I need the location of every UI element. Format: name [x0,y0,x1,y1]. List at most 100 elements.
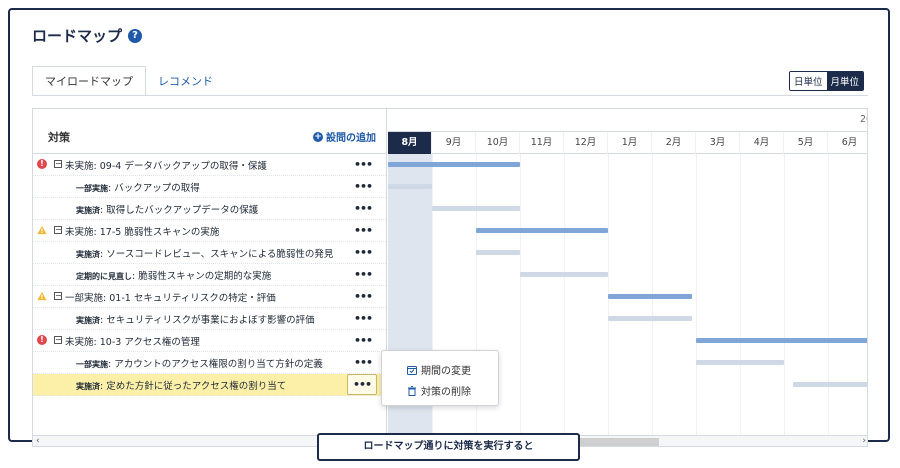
measure-row[interactable]: ! − 一部実施: 01-1 セキュリティリスクの特定・評価 ••• [33,286,386,308]
menu-item-delete-measure[interactable]: 対策の削除 [407,383,471,398]
gantt-bar[interactable] [476,250,520,255]
month-label: 2月 [652,132,696,154]
warning-icon: ! [37,225,47,235]
month-label: 4月 [740,132,784,154]
more-options-icon[interactable]: ••• [353,180,373,193]
month-label: 1月 [608,132,652,154]
gantt-bar[interactable] [608,316,692,321]
measure-name: : ソースコードレビュー、スキャンによる脆弱性の発見 [100,248,334,260]
more-options-icon[interactable]: ••• [353,312,373,325]
svg-text:!: ! [41,294,44,301]
more-options-icon[interactable]: ••• [353,246,373,259]
collapse-toggle-icon[interactable]: − [54,160,62,168]
month-gridline [520,154,521,435]
status-label: 実施済 [76,249,100,259]
status-label: 未実施 [65,336,94,348]
gantt-bar[interactable] [792,382,867,387]
measure-label: 未実施: 17-5 脆弱性スキャンの実施 [65,224,219,238]
add-question-button[interactable]: + 設問の追加 [313,129,376,144]
error-icon: ! [37,335,47,345]
sub-measure-row[interactable]: 定期的に見直し: 脆弱性スキャンの定期的な実施 ••• [33,264,386,286]
sub-measure-row[interactable]: 実施済: 取得したバックアップデータの保護 ••• [33,198,386,220]
measure-name: : 17-5 脆弱性スキャンの実施 [93,226,220,238]
measure-row[interactable]: ! − 未実施: 09-4 データバックアップの取得・保護 ••• [33,154,386,176]
status-label: 未実施 [65,226,94,238]
more-options-icon[interactable]: ••• [353,356,373,369]
more-options-icon[interactable]: ••• [353,334,373,347]
scroll-right-arrow-icon[interactable]: › [862,436,866,446]
help-icon[interactable]: ? [128,28,143,43]
more-options-icon[interactable]: ••• [353,202,373,215]
more-options-icon[interactable]: ••• [347,374,377,395]
error-icon: ! [37,159,47,169]
measure-name: : セキュリティリスクが事業におよぼす影響の評価 [100,314,315,326]
plus-circle-icon: + [313,131,323,142]
measure-name: : 取得したバックアップデータの保護 [100,204,259,216]
gantt-bar[interactable] [476,228,608,233]
more-options-icon[interactable]: ••• [353,224,373,237]
gantt-bar[interactable] [696,338,867,343]
status-label: 実施済 [76,315,100,325]
svg-text:!: ! [41,228,44,235]
measure-label: 一部実施: アカウントのアクセス権限の割り当て方針の定義 [76,356,323,370]
more-options-icon[interactable]: ••• [353,268,373,281]
menu-item-change-period[interactable]: 期間の変更 [407,362,471,377]
more-options-icon[interactable]: ••• [353,158,373,171]
measure-row[interactable]: ! − 未実施: 17-5 脆弱性スキャンの実施 ••• [33,220,386,242]
measure-label: 一部実施: 01-1 セキュリティリスクの特定・評価 [65,290,276,304]
month-label: 5月 [784,132,828,154]
month-gridline [564,154,565,435]
measure-label: 実施済: 定めた方針に従ったアクセス権の割り当て [76,378,286,392]
measure-label: 未実施: 10-3 アクセス権の管理 [65,334,200,348]
measure-name: : 定めた方針に従ったアクセス権の割り当て [100,380,287,392]
gantt-bar[interactable] [388,162,520,167]
collapse-toggle-icon[interactable]: − [54,226,62,234]
tab-my-roadmap[interactable]: マイロードマップ [32,66,146,96]
gantt-bar[interactable] [608,294,692,299]
measure-label: 未実施: 09-4 データバックアップの取得・保護 [65,158,267,172]
month-label: 10月 [476,132,520,154]
measure-label: 定期的に見直し: 脆弱性スキャンの定期的な実施 [76,268,271,282]
month-gridline [696,154,697,435]
more-options-icon[interactable]: ••• [353,290,373,303]
measure-label: 実施済: ソースコードレビュー、スキャンによる脆弱性の発見 [76,246,333,260]
month-unit-button[interactable]: 月単位 [826,72,864,90]
month-gridline [784,154,785,435]
status-label: 一部実施 [76,359,108,369]
month-label: 12月 [564,132,608,154]
day-unit-button[interactable]: 日単位 [790,72,827,90]
collapse-toggle-icon[interactable]: − [54,292,62,300]
measure-label: 実施済: 取得したバックアップデータの保護 [76,202,258,216]
gantt-year-header: 20 [388,109,867,132]
month-gridline [828,154,829,435]
sub-measure-row[interactable]: 一部実施: バックアップの取得 ••• [33,176,386,198]
tab-divider [32,95,868,96]
status-label: 一部実施 [76,183,108,193]
status-label: 未実施 [65,160,94,172]
sub-measure-row[interactable]: 実施済: ソースコードレビュー、スキャンによる脆弱性の発見 ••• [33,242,386,264]
warning-icon: ! [37,291,47,301]
tab-bar: マイロードマップ レコメンド [32,66,225,96]
gantt-bar[interactable] [696,360,784,365]
month-gridline [740,154,741,435]
sub-measure-row[interactable]: 実施済: 定めた方針に従ったアクセス権の割り当て ••• [33,374,386,396]
measure-name: : 09-4 データバックアップの取得・保護 [93,160,267,172]
gantt-bar[interactable] [520,272,608,277]
page-title: ロードマップ ? [32,25,143,46]
measure-label: 一部実施: バックアップの取得 [76,180,200,194]
tab-recommend[interactable]: レコメンド [146,66,225,96]
measure-name: : 10-3 アクセス権の管理 [93,336,200,348]
sub-measure-row[interactable]: 実施済: セキュリティリスクが事業におよぼす影響の評価 ••• [33,308,386,330]
gantt-bar[interactable] [432,206,520,211]
month-label: 6月 [828,132,867,154]
collapse-toggle-icon[interactable]: − [54,336,62,344]
sub-measure-row[interactable]: 一部実施: アカウントのアクセス権限の割り当て方針の定義 ••• [33,352,386,374]
scroll-left-arrow-icon[interactable]: ‹ [36,436,40,446]
measure-name: : アカウントのアクセス権限の割り当て方針の定義 [108,358,323,370]
measures-list: 対策 + 設問の追加 ! − 未実施: 09-4 データバックアップの取得・保護 ••… [33,109,387,435]
gantt-bar[interactable] [388,184,432,189]
cta-banner[interactable]: ロードマップ通りに対策を実行すると [317,433,580,461]
status-label: 実施済 [76,381,100,391]
measure-name: : バックアップの取得 [108,182,200,194]
measure-row[interactable]: ! − 未実施: 10-3 アクセス権の管理 ••• [33,330,386,352]
